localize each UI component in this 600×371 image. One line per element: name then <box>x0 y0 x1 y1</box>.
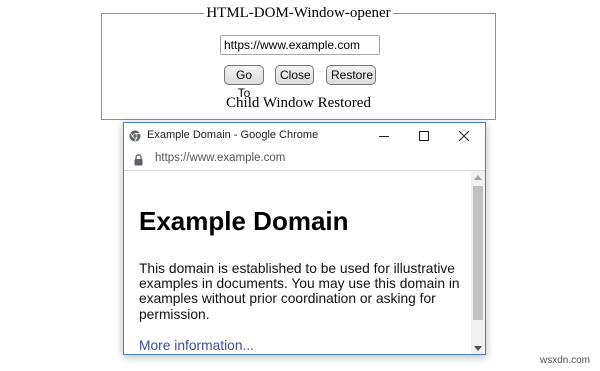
address-bar[interactable]: https://www.example.com <box>124 148 485 171</box>
close-icon[interactable] <box>444 123 484 148</box>
page-viewport: Example Domain This domain is establishe… <box>124 171 471 354</box>
page: HTML-DOM-Window-opener Go To Close Resto… <box>0 0 600 371</box>
chrome-icon <box>129 129 141 142</box>
go-to-button[interactable]: Go To <box>224 65 264 100</box>
address-url[interactable]: https://www.example.com <box>155 152 285 164</box>
title-bar[interactable]: Example Domain - Google Chrome <box>124 123 485 148</box>
more-information-link[interactable]: More information... <box>139 338 254 353</box>
watermark: wsxdn.com <box>539 355 590 366</box>
legend-text: HTML-DOM-Window-opener <box>204 5 393 21</box>
restore-button[interactable]: Restore <box>326 65 376 85</box>
url-input[interactable] <box>220 35 380 55</box>
status-text: Child Window Restored <box>226 95 371 111</box>
lock-icon[interactable] <box>134 153 143 166</box>
page-heading: Example Domain <box>139 206 349 236</box>
vertical-scrollbar[interactable] <box>471 171 485 354</box>
demo-fieldset: HTML-DOM-Window-opener Go To Close Resto… <box>101 5 496 120</box>
fieldset-legend: HTML-DOM-Window-opener <box>102 5 495 22</box>
child-window: Example Domain - Google Chrome https://w… <box>123 122 486 355</box>
page-paragraph: This domain is established to be used fo… <box>139 261 460 322</box>
window-title: Example Domain - Google Chrome <box>147 129 319 141</box>
minimize-icon[interactable] <box>364 123 404 148</box>
scroll-down-arrow-icon[interactable] <box>474 346 482 351</box>
maximize-icon[interactable] <box>404 123 444 148</box>
close-button[interactable]: Close <box>275 65 314 85</box>
scroll-thumb[interactable] <box>473 186 483 320</box>
scroll-up-arrow-icon[interactable] <box>474 175 482 180</box>
